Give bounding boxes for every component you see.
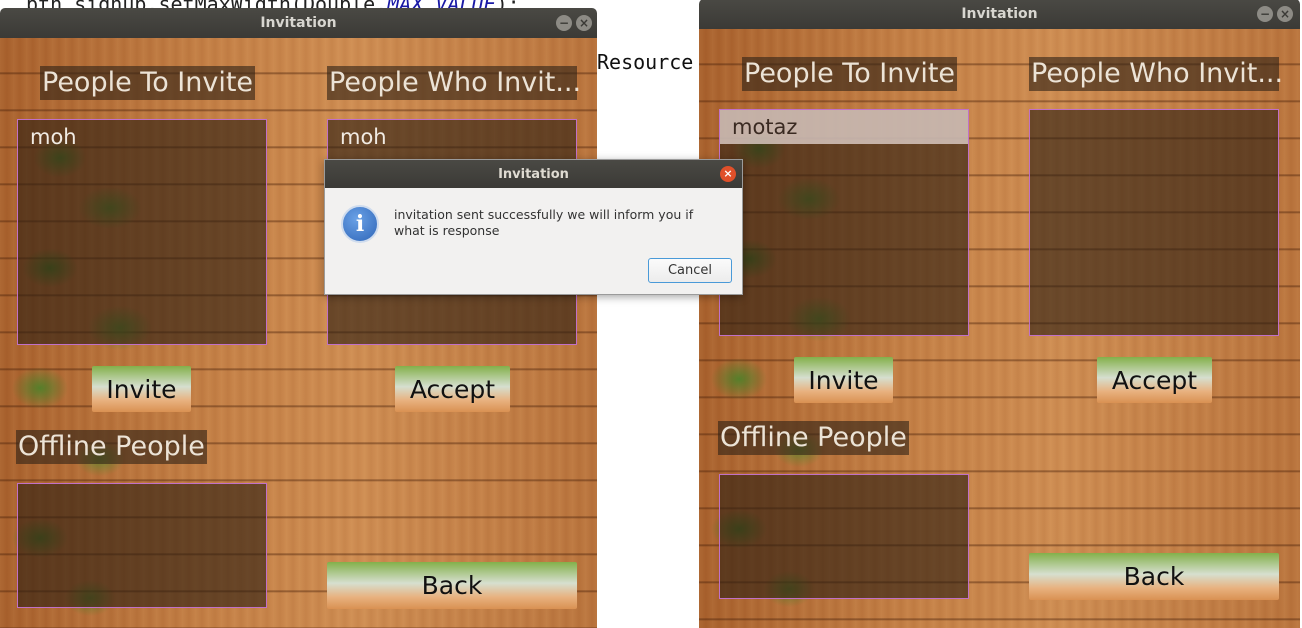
accept-button[interactable]: Accept — [1097, 357, 1212, 403]
people-to-invite-list[interactable]: moh — [17, 119, 267, 345]
left-window-content: People To Invite People Who Invit... moh… — [0, 38, 597, 628]
people-to-invite-label: People To Invite — [742, 57, 958, 91]
invitation-dialog: Invitation × i invitation sent successfu… — [324, 159, 743, 295]
list-item[interactable]: moh — [18, 120, 266, 154]
offline-people-label: Offline People — [16, 430, 207, 464]
right-window-titlebar[interactable]: Invitation − × — [699, 0, 1300, 29]
back-button[interactable]: Back — [1029, 553, 1279, 600]
list-item[interactable]: moh — [328, 120, 576, 154]
people-who-invite-label: People Who Invit... — [1029, 57, 1284, 91]
invite-button[interactable]: Invite — [794, 357, 893, 403]
right-window-content: People To Invite People Who Invit... mot… — [699, 29, 1300, 628]
invite-button[interactable]: Invite — [92, 366, 191, 412]
minimize-icon[interactable]: − — [1257, 6, 1273, 22]
left-invitation-window: Invitation − × People To Invite People W… — [0, 8, 597, 628]
background-resource-text: Resource — [597, 50, 694, 74]
people-who-invite-label: People Who Invit... — [327, 66, 582, 100]
info-icon: i — [341, 205, 379, 243]
offline-people-label: Offline People — [718, 421, 909, 455]
right-window-title: Invitation — [961, 6, 1038, 22]
cancel-button[interactable]: Cancel — [648, 258, 732, 283]
close-icon[interactable]: × — [720, 166, 736, 182]
offline-people-list[interactable] — [719, 474, 969, 599]
list-item[interactable]: motaz — [720, 110, 968, 144]
dialog-message: invitation sent successfully we will inf… — [394, 207, 694, 238]
close-icon[interactable]: × — [576, 15, 592, 31]
close-icon[interactable]: × — [1277, 6, 1293, 22]
minimize-icon[interactable]: − — [556, 15, 572, 31]
people-who-invite-list[interactable] — [1029, 109, 1279, 336]
back-button[interactable]: Back — [327, 562, 577, 609]
right-invitation-window: Invitation − × People To Invite People W… — [699, 0, 1300, 628]
people-to-invite-label: People To Invite — [40, 66, 256, 100]
left-window-title: Invitation — [260, 15, 337, 31]
dialog-title: Invitation — [498, 166, 569, 182]
accept-button[interactable]: Accept — [395, 366, 510, 412]
left-window-titlebar[interactable]: Invitation − × — [0, 8, 597, 38]
people-to-invite-list[interactable]: motaz — [719, 109, 969, 336]
dialog-titlebar[interactable]: Invitation × — [325, 160, 742, 188]
offline-people-list[interactable] — [17, 483, 267, 608]
